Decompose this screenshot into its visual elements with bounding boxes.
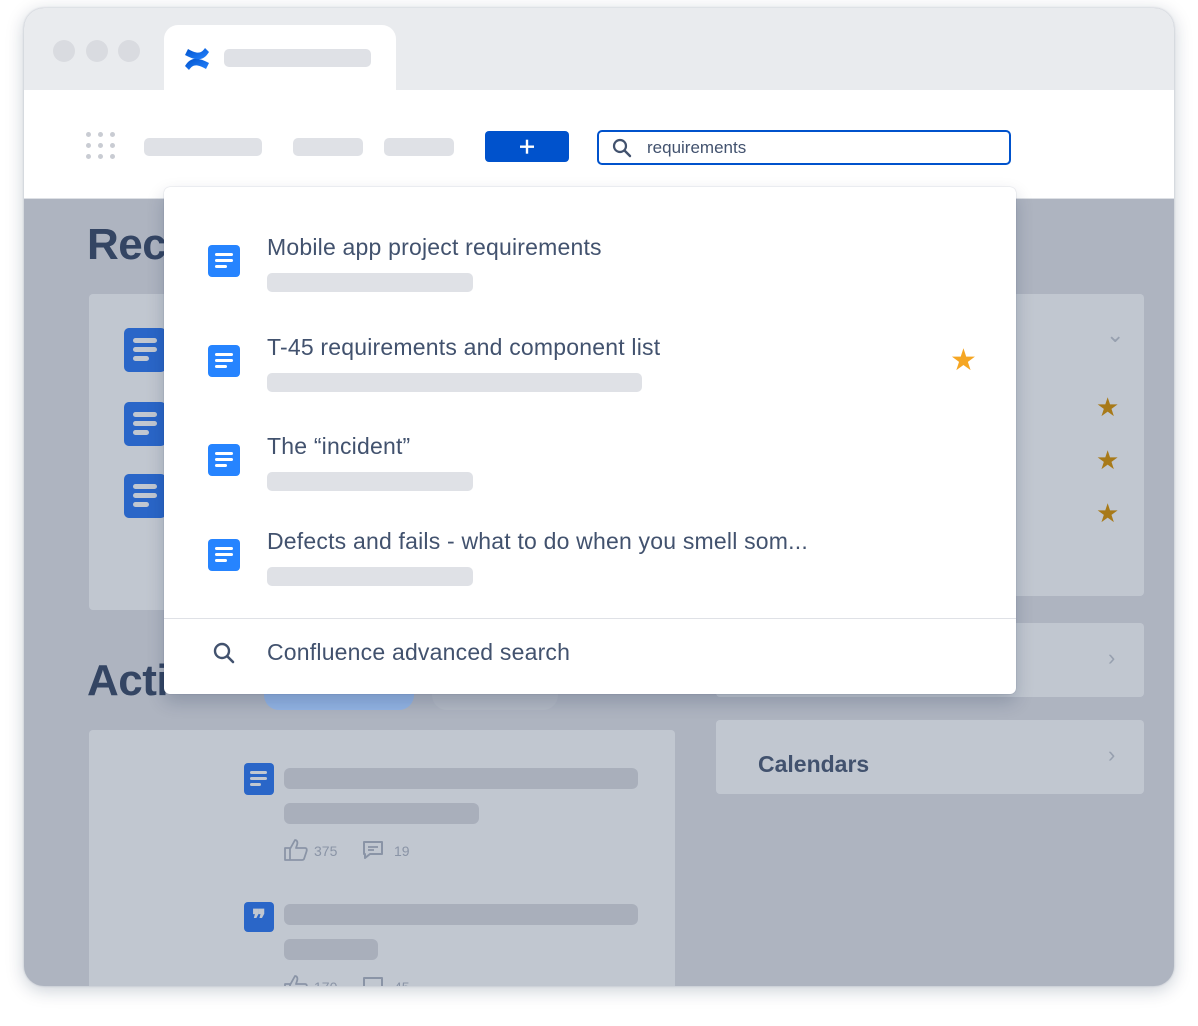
document-icon [124, 474, 166, 518]
search-icon [612, 138, 632, 158]
chevron-right-icon: › [1108, 742, 1116, 767]
document-icon [208, 444, 240, 476]
tab-title-placeholder [224, 49, 371, 67]
comment-icon[interactable] [361, 839, 385, 861]
document-icon [208, 245, 240, 277]
window-close-dot[interactable] [53, 40, 75, 62]
nav-item-spaces[interactable] [293, 138, 363, 156]
comment-icon[interactable] [361, 975, 385, 986]
search-result-title: The “incident” [267, 433, 411, 459]
window-maximize-dot[interactable] [118, 40, 140, 62]
comment-count: 45 [394, 979, 410, 986]
search-result[interactable]: The “incident” [164, 426, 1016, 522]
search-icon [213, 642, 235, 664]
window-minimize-dot[interactable] [86, 40, 108, 62]
star-icon[interactable]: ★ [1096, 500, 1119, 526]
nav-item-home[interactable] [144, 138, 262, 156]
advanced-search-label: Confluence advanced search [267, 639, 571, 665]
activity-feed: 375 19 ❞ 170 45 [89, 730, 675, 986]
search-result-subtitle [267, 472, 473, 491]
quote-icon: ❞ [244, 902, 274, 934]
document-icon [124, 402, 166, 446]
create-button[interactable] [485, 131, 569, 162]
like-count: 375 [314, 843, 338, 859]
search-result[interactable]: T-45 requirements and component list ★ [164, 327, 1016, 423]
search-results-dropdown: Mobile app project requirements T-45 req… [164, 187, 1016, 694]
feed-item-subtitle [284, 939, 378, 960]
advanced-search-link[interactable]: Confluence advanced search [164, 619, 1016, 694]
comment-count: 19 [394, 843, 410, 859]
document-icon [124, 328, 166, 372]
like-icon[interactable] [283, 838, 309, 862]
nav-item-people[interactable] [384, 138, 454, 156]
chevron-right-icon: › [1108, 645, 1116, 670]
search-result-subtitle [267, 567, 473, 586]
star-icon[interactable]: ★ [1096, 447, 1119, 473]
confluence-logo-icon [185, 48, 209, 70]
search-result[interactable]: Mobile app project requirements [164, 227, 1016, 323]
feed-item-title[interactable] [284, 768, 638, 789]
chevron-down-icon[interactable]: ⌄ [1106, 322, 1124, 348]
search-box[interactable] [597, 130, 1011, 165]
document-icon [208, 539, 240, 571]
like-count: 170 [314, 979, 337, 986]
top-navigation [24, 90, 1174, 199]
document-icon [208, 345, 240, 377]
search-input[interactable] [647, 136, 987, 160]
plus-icon [520, 139, 534, 154]
app-switcher-icon[interactable] [86, 132, 116, 162]
feed-item-subtitle [284, 803, 479, 824]
like-icon[interactable] [283, 974, 309, 986]
search-result-subtitle [267, 373, 642, 392]
recent-heading: Rec [87, 220, 167, 269]
search-result-subtitle [267, 273, 473, 292]
search-result[interactable]: Defects and fails - what to do when you … [164, 521, 1016, 617]
search-result-title: Defects and fails - what to do when you … [267, 528, 808, 554]
browser-tab[interactable] [164, 25, 396, 95]
star-icon[interactable]: ★ [1096, 394, 1119, 420]
feed-item-title[interactable] [284, 904, 638, 925]
star-icon[interactable]: ★ [950, 346, 977, 376]
browser-titlebar [24, 8, 1174, 95]
calendars-label: Calendars [758, 751, 870, 777]
search-result-title: T-45 requirements and component list [267, 334, 661, 360]
activity-heading: Acti [87, 656, 169, 705]
document-icon [244, 763, 274, 795]
search-result-title: Mobile app project requirements [267, 234, 602, 260]
